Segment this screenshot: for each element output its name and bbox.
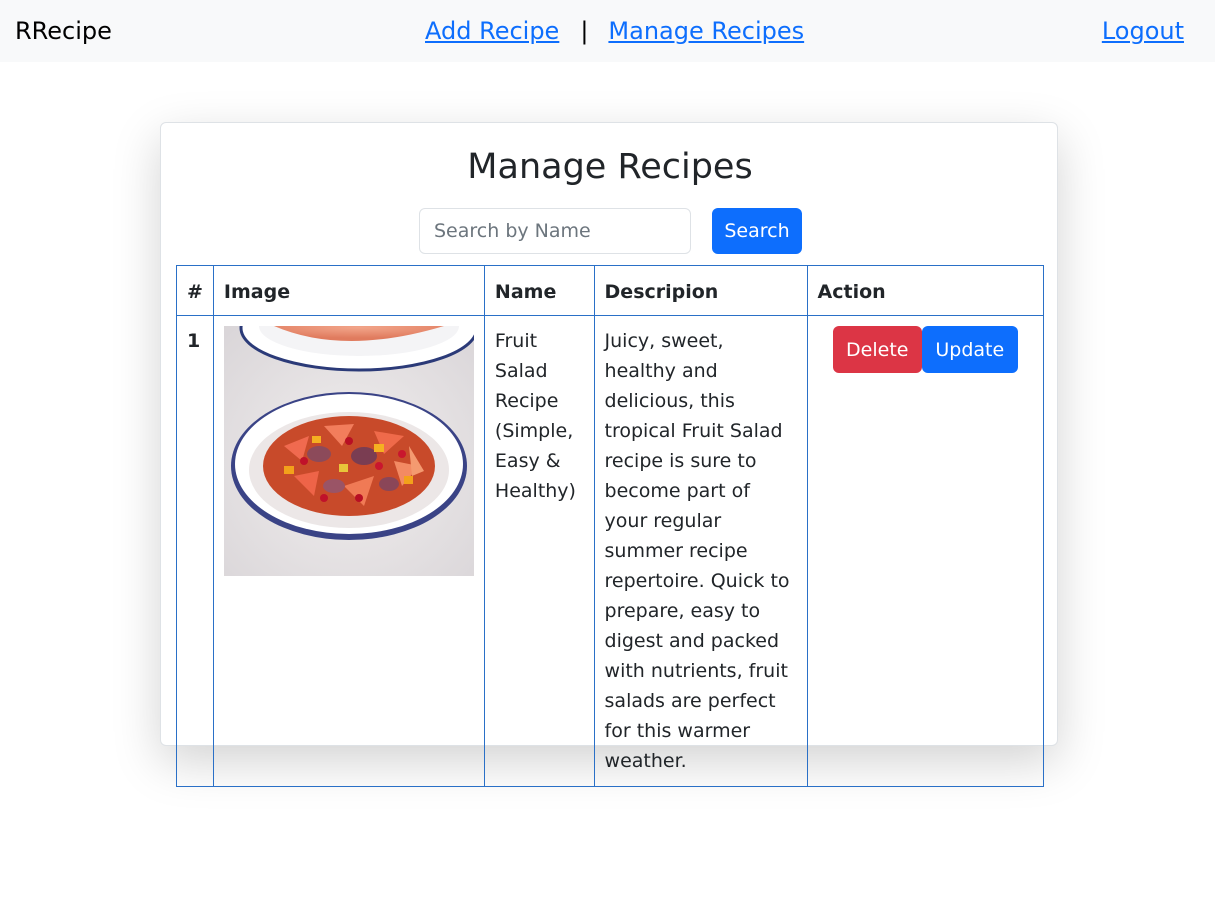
table-header-row: # Image Name Descripion Action	[176, 265, 1045, 316]
table-row: 1 Fruit Salad Recipe (Simple, Easy & Hea…	[176, 315, 1045, 787]
header-name: Name	[483, 265, 595, 316]
add-recipe-link[interactable]: Add Recipe	[425, 17, 559, 45]
row-index: 1	[176, 315, 214, 787]
manage-recipes-link[interactable]: Manage Recipes	[608, 17, 804, 45]
recipe-image	[223, 326, 474, 576]
header-action: Action	[806, 265, 1045, 316]
search-button[interactable]: Search	[712, 208, 802, 254]
brand-logo[interactable]: RRecipe	[15, 15, 112, 47]
search-input[interactable]	[419, 208, 691, 254]
recipes-table: # Image Name Descripion Action 1 Fruit S…	[176, 265, 1045, 787]
row-actions: Delete Update	[818, 326, 1033, 373]
delete-button[interactable]: Delete	[832, 326, 922, 373]
header-number: #	[176, 265, 214, 316]
manage-recipes-card: Manage Recipes Search # Image Name Descr…	[160, 122, 1058, 787]
header-image: Image	[212, 265, 485, 316]
nav-links: Add Recipe | Manage Recipes	[425, 14, 804, 48]
header-description: Descripion	[593, 265, 808, 316]
row-description: Juicy, sweet, healthy and delicious, thi…	[593, 315, 808, 787]
logout-link[interactable]: Logout	[1102, 14, 1184, 48]
row-image-cell	[212, 315, 485, 787]
nav-separator: |	[580, 17, 589, 45]
row-name: Fruit Salad Recipe (Simple, Easy & Healt…	[483, 315, 595, 787]
update-button[interactable]: Update	[921, 326, 1018, 373]
row-actions-cell: Delete Update	[806, 315, 1045, 787]
navbar: RRecipe Add Recipe | Manage Recipes Logo…	[0, 0, 1215, 62]
page-title: Manage Recipes	[467, 147, 753, 187]
